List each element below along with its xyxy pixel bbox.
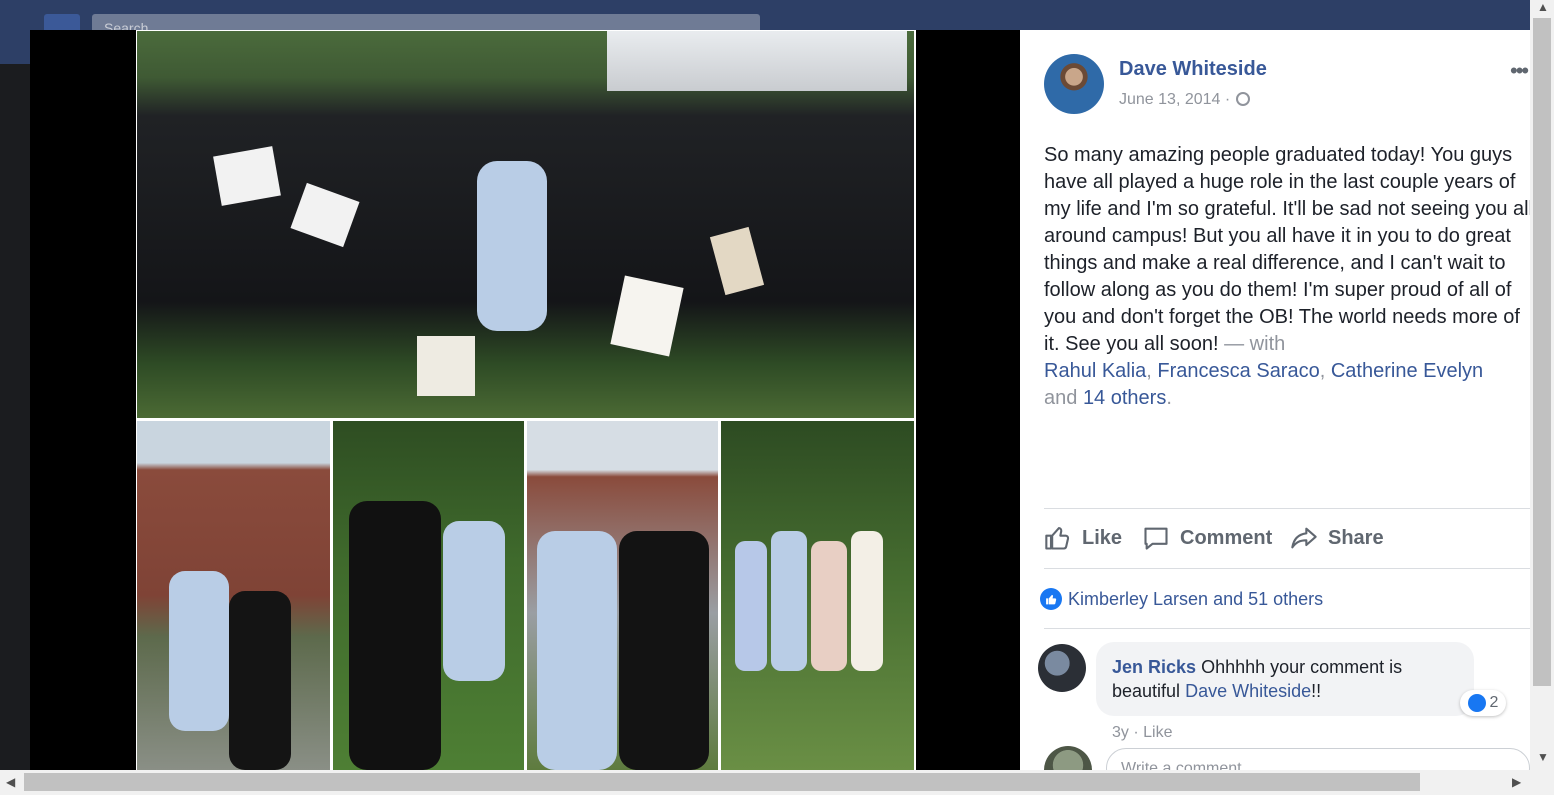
period: . xyxy=(1166,387,1172,409)
with-label: — with xyxy=(1218,333,1286,355)
comment-label: Comment xyxy=(1180,526,1273,549)
share-button[interactable]: Share xyxy=(1290,520,1384,556)
photo-tile-2 xyxy=(333,421,524,770)
comma: , xyxy=(1319,360,1326,382)
post-timestamp[interactable]: June 13, 2014 xyxy=(1119,91,1220,108)
graduation-collage-photo[interactable] xyxy=(136,30,916,770)
divider xyxy=(1044,628,1530,629)
backdrop-overlay xyxy=(0,64,30,774)
photo-tile-4 xyxy=(721,421,914,770)
scroll-right-icon[interactable]: ▶ xyxy=(1512,775,1521,789)
more-options-icon[interactable]: ••• xyxy=(1510,58,1529,84)
commenter-name[interactable]: Jen Ricks xyxy=(1112,657,1196,677)
comment-input[interactable]: Write a comment... xyxy=(1106,748,1530,770)
divider xyxy=(1044,568,1530,569)
photo-viewer xyxy=(30,30,1020,770)
comment-button[interactable]: Comment xyxy=(1142,520,1272,556)
comma: , xyxy=(1146,360,1152,382)
author-avatar[interactable] xyxy=(1044,54,1104,114)
and-label: and xyxy=(1044,387,1078,409)
share-icon xyxy=(1291,527,1317,549)
scroll-up-icon[interactable]: ▲ xyxy=(1537,0,1549,14)
action-bar: Like Comment Share xyxy=(1044,520,1530,556)
post-text: So many amazing people graduated today! … xyxy=(1044,142,1530,412)
tagged-person[interactable]: Rahul Kalia xyxy=(1044,360,1146,382)
share-label: Share xyxy=(1328,526,1384,549)
comment-icon xyxy=(1144,527,1168,550)
post-date: June 13, 2014 · xyxy=(1119,91,1251,109)
tagged-others-link[interactable]: 14 others xyxy=(1083,387,1166,409)
like-button[interactable]: Like xyxy=(1044,520,1122,556)
scroll-left-icon[interactable]: ◀ xyxy=(6,775,15,789)
group-photo xyxy=(137,31,914,418)
thumbs-up-icon xyxy=(1045,527,1070,550)
like-label: Like xyxy=(1082,526,1123,549)
like-reaction-icon xyxy=(1467,694,1486,712)
comment-reaction-badge[interactable]: 2 xyxy=(1460,690,1506,716)
commenter-avatar[interactable] xyxy=(1038,644,1086,692)
horizontal-scrollbar-thumb[interactable] xyxy=(24,773,1420,791)
divider xyxy=(1044,508,1530,509)
like-reaction-icon xyxy=(1040,588,1062,610)
comment-like-link[interactable]: Like xyxy=(1143,724,1172,741)
reaction-summary[interactable]: Kimberley Larsen and 51 others xyxy=(1040,588,1323,610)
comment-mention-link[interactable]: Dave Whiteside xyxy=(1185,681,1311,701)
comment-age[interactable]: 3y xyxy=(1112,724,1129,741)
author-name[interactable]: Dave Whiteside xyxy=(1119,58,1267,81)
post-body: So many amazing people graduated today! … xyxy=(1044,144,1530,355)
comment-text-end: !! xyxy=(1311,681,1322,701)
current-user-avatar xyxy=(1044,746,1092,770)
tagged-person[interactable]: Francesca Saraco xyxy=(1157,360,1319,382)
vertical-scrollbar-thumb[interactable] xyxy=(1533,18,1551,686)
post-panel: Dave Whiteside June 13, 2014 · ••• So ma… xyxy=(1020,30,1530,770)
comment-reaction-count: 2 xyxy=(1489,694,1499,711)
comment-meta: 3y · Like xyxy=(1112,724,1173,741)
comment-bubble: Jen Ricks Ohhhhh your comment is beautif… xyxy=(1096,642,1474,716)
reaction-summary-text: Kimberley Larsen and 51 others xyxy=(1068,588,1324,609)
photo-tile-3 xyxy=(527,421,718,770)
tagged-person[interactable]: Catherine Evelyn xyxy=(1331,360,1483,382)
photo-tile-1 xyxy=(137,421,330,770)
scroll-down-icon[interactable]: ▼ xyxy=(1537,750,1549,764)
globe-icon xyxy=(1236,92,1251,106)
